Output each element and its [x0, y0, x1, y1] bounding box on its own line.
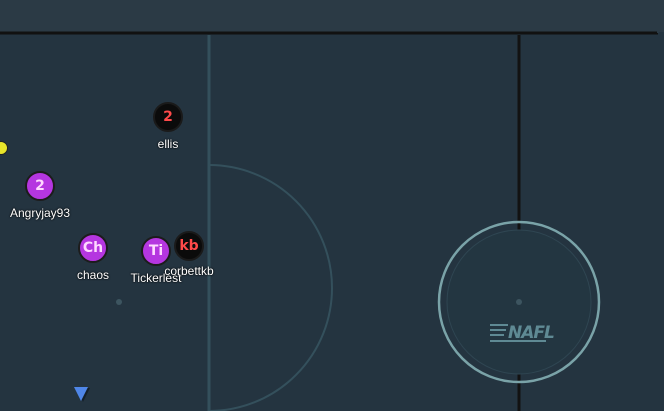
player-token: Ch — [78, 233, 108, 263]
player-token: 2 — [25, 171, 55, 201]
center-circle-arc — [208, 164, 333, 411]
faceoff-dot-left — [116, 299, 122, 305]
player-name: ellis — [157, 137, 179, 151]
player-token: Ti — [141, 236, 171, 266]
player-name: corbettkb — [164, 264, 214, 278]
down-triangle-icon — [74, 387, 88, 401]
top-boards — [0, 0, 664, 32]
player-token: 2 — [153, 102, 183, 132]
faceoff-dot-right — [516, 299, 522, 305]
nafl-logo-text: NAFL — [508, 323, 554, 343]
player-name: Angryjay93 — [9, 206, 71, 220]
player-token: kb — [174, 231, 204, 261]
